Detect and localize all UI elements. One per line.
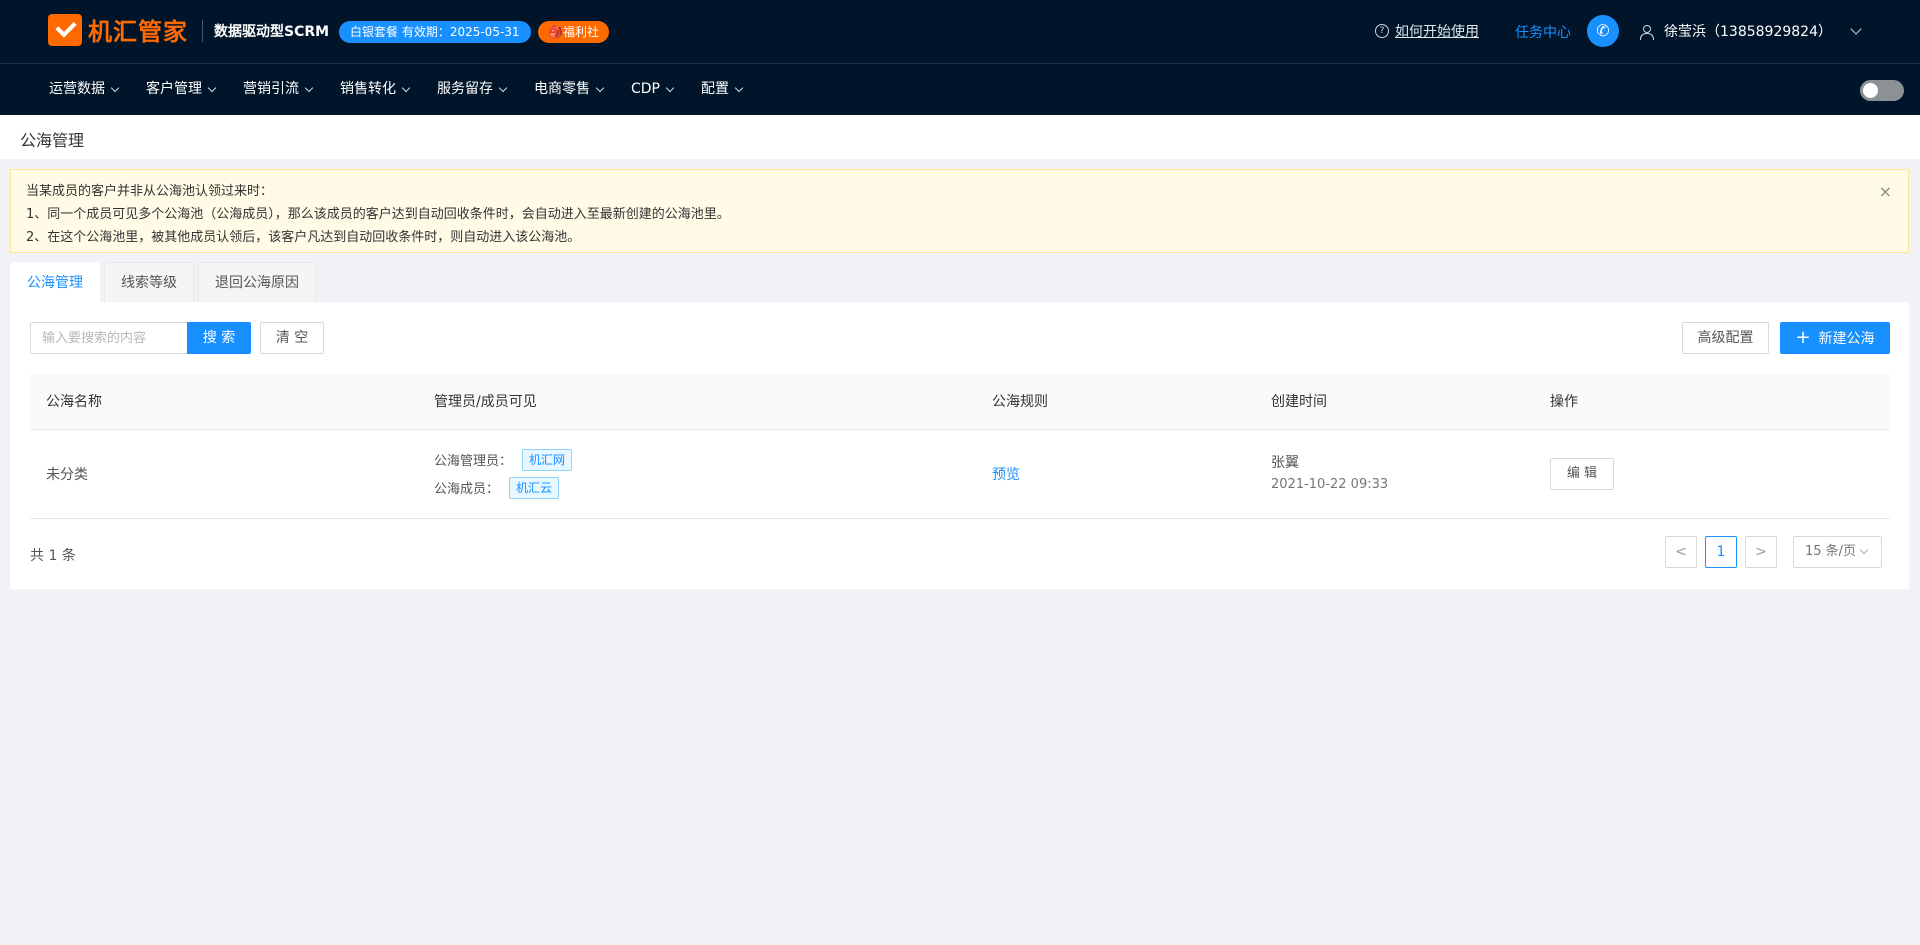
admin-line: 公海管理员： 机汇网 xyxy=(434,446,960,474)
member-label: 公海成员： xyxy=(434,482,500,497)
rule-cell: 预览 xyxy=(976,429,1255,519)
chevron-left-icon: < xyxy=(1675,544,1687,560)
total-count: 共 1 条 xyxy=(30,548,76,564)
page-title: 公海管理 xyxy=(20,131,85,150)
main-nav: 运营数据 客户管理 营销引流 销售转化 服务留存 电商零售 CDP 配置 xyxy=(0,64,1920,115)
nav-item-7[interactable]: 配置 xyxy=(701,64,744,115)
page-size-label: 15 条/页 xyxy=(1805,544,1857,559)
column-header-name: 公海名称 xyxy=(30,374,418,430)
logo-text: 机汇管家 xyxy=(88,18,188,46)
chevron-down-icon xyxy=(1850,22,1862,35)
nav-items: 运营数据 客户管理 营销引流 销售转化 服务留存 电商零售 CDP 配置 xyxy=(49,64,770,115)
column-header-visibility: 管理员/成员可见 xyxy=(418,374,976,430)
tab-2[interactable]: 退回公海原因 xyxy=(198,262,316,302)
chevron-right-icon: > xyxy=(1755,544,1767,560)
nav-item-label: 销售转化 xyxy=(340,81,396,97)
nav-item-label: 运营数据 xyxy=(49,81,105,97)
tabs: 公海管理 线索等级 退回公海原因 xyxy=(10,262,320,302)
nav-item-6[interactable]: CDP xyxy=(631,64,675,115)
task-center-link[interactable]: 任务中心 xyxy=(1515,22,1571,42)
alert-line-2: 1、同一个成员可见多个公海池（公海成员），那么该成员的客户达到自动回收条件时，会… xyxy=(26,207,730,222)
table-row: 未分类 公海管理员： 机汇网 公海成员： 机汇云 预览 张翼 2021-10-2… xyxy=(30,429,1890,519)
chevron-down-icon xyxy=(498,83,508,92)
alert-line-3: 2、在这个公海池里，被其他成员认领后，该客户凡达到自动回收条件时，则自动进入该公… xyxy=(26,230,581,245)
chevron-down-icon xyxy=(110,83,120,92)
alert-line-1: 当某成员的客户并非从公海池认领过来时： xyxy=(26,184,274,199)
divider xyxy=(202,20,203,42)
chevron-down-icon xyxy=(401,83,411,92)
nav-item-0[interactable]: 运营数据 xyxy=(49,64,120,115)
new-pool-label: 新建公海 xyxy=(1818,331,1875,347)
edit-button[interactable]: 编 辑 xyxy=(1550,457,1614,490)
chevron-down-icon xyxy=(665,83,675,92)
chevron-down-icon xyxy=(1859,545,1869,555)
visibility-cell: 公海管理员： 机汇网 公海成员： 机汇云 xyxy=(418,429,976,519)
nav-item-label: CDP xyxy=(631,81,660,97)
user-menu[interactable]: 徐莹浜（13858929824） xyxy=(1640,21,1862,41)
tab-1[interactable]: 线索等级 xyxy=(104,262,194,302)
close-icon[interactable]: × xyxy=(1879,180,1892,203)
plus-icon: + xyxy=(1795,327,1811,348)
user-icon xyxy=(1640,24,1654,40)
clear-button[interactable]: 清 空 xyxy=(260,322,324,354)
table-header-row: 公海名称 管理员/成员可见 公海规则 创建时间 操作 xyxy=(30,374,1890,430)
advanced-config-button[interactable]: 高级配置 xyxy=(1682,322,1769,354)
user-name: 徐莹浜（13858929824） xyxy=(1664,24,1832,40)
phone-button[interactable]: ✆ xyxy=(1587,15,1619,47)
top-header: 机汇管家 数据驱动型SCRM 白银套餐 有效期：2025-05-31 🎒福利社 … xyxy=(0,0,1920,64)
nav-item-label: 营销引流 xyxy=(243,81,299,97)
chevron-down-icon xyxy=(304,83,314,92)
admin-tag: 机汇网 xyxy=(522,448,573,471)
page-header: 公海管理 xyxy=(0,115,1920,159)
member-line: 公海成员： 机汇云 xyxy=(434,474,960,502)
column-header-actions: 操作 xyxy=(1534,374,1890,430)
nav-item-label: 客户管理 xyxy=(146,81,202,97)
admin-label: 公海管理员： xyxy=(434,454,513,469)
question-circle-icon: ? xyxy=(1375,24,1389,38)
nav-item-1[interactable]: 客户管理 xyxy=(146,64,217,115)
member-tag: 机汇云 xyxy=(509,476,560,499)
created-cell: 张翼 2021-10-22 09:33 xyxy=(1255,429,1534,519)
creator-name: 张翼 xyxy=(1271,454,1299,471)
chevron-down-icon xyxy=(734,83,744,92)
pool-table: 公海名称 管理员/成员可见 公海规则 创建时间 操作 未分类 公海管理员： 机汇… xyxy=(30,374,1890,519)
nav-item-label: 配置 xyxy=(701,81,729,97)
chevron-down-icon xyxy=(207,83,217,92)
nav-item-label: 电商零售 xyxy=(534,81,590,97)
logo[interactable]: 机汇管家 xyxy=(48,12,188,47)
nav-item-3[interactable]: 销售转化 xyxy=(340,64,411,115)
new-pool-button[interactable]: + 新建公海 xyxy=(1780,322,1890,354)
page-size-select[interactable]: 15 条/页 xyxy=(1793,536,1882,568)
nav-item-4[interactable]: 服务留存 xyxy=(437,64,508,115)
plan-badge[interactable]: 白银套餐 有效期：2025-05-31 xyxy=(339,21,531,43)
help-link[interactable]: ? 如何开始使用 xyxy=(1375,21,1479,41)
search-input[interactable] xyxy=(30,322,187,354)
welfare-badge[interactable]: 🎒福利社 xyxy=(538,21,609,43)
help-link-label: 如何开始使用 xyxy=(1395,24,1479,40)
phone-icon: ✆ xyxy=(1596,21,1610,40)
slogan: 数据驱动型SCRM xyxy=(214,24,330,40)
nav-item-label: 服务留存 xyxy=(437,81,493,97)
content-panel: 搜 索 清 空 高级配置 + 新建公海 公海名称 管理员/成员可见 公海规则 创建… xyxy=(10,302,1909,589)
preview-link[interactable]: 预览 xyxy=(992,467,1020,483)
chevron-down-icon xyxy=(595,83,605,92)
nav-item-5[interactable]: 电商零售 xyxy=(534,64,605,115)
pool-name: 未分类 xyxy=(30,429,418,519)
theme-toggle[interactable] xyxy=(1860,80,1904,101)
nav-item-2[interactable]: 营销引流 xyxy=(243,64,314,115)
next-page-button[interactable]: > xyxy=(1745,536,1777,568)
tab-0[interactable]: 公海管理 xyxy=(10,262,100,302)
search-button[interactable]: 搜 索 xyxy=(187,322,251,354)
action-cell: 编 辑 xyxy=(1534,429,1890,519)
prev-page-button[interactable]: < xyxy=(1665,536,1697,568)
info-alert: 当某成员的客户并非从公海池认领过来时： 1、同一个成员可见多个公海池（公海成员）… xyxy=(10,169,1909,253)
column-header-rules: 公海规则 xyxy=(976,374,1255,430)
column-header-created: 创建时间 xyxy=(1255,374,1534,430)
created-time: 2021-10-22 09:33 xyxy=(1271,476,1389,492)
logo-check-icon xyxy=(48,13,82,46)
page-1-button[interactable]: 1 xyxy=(1705,536,1737,568)
